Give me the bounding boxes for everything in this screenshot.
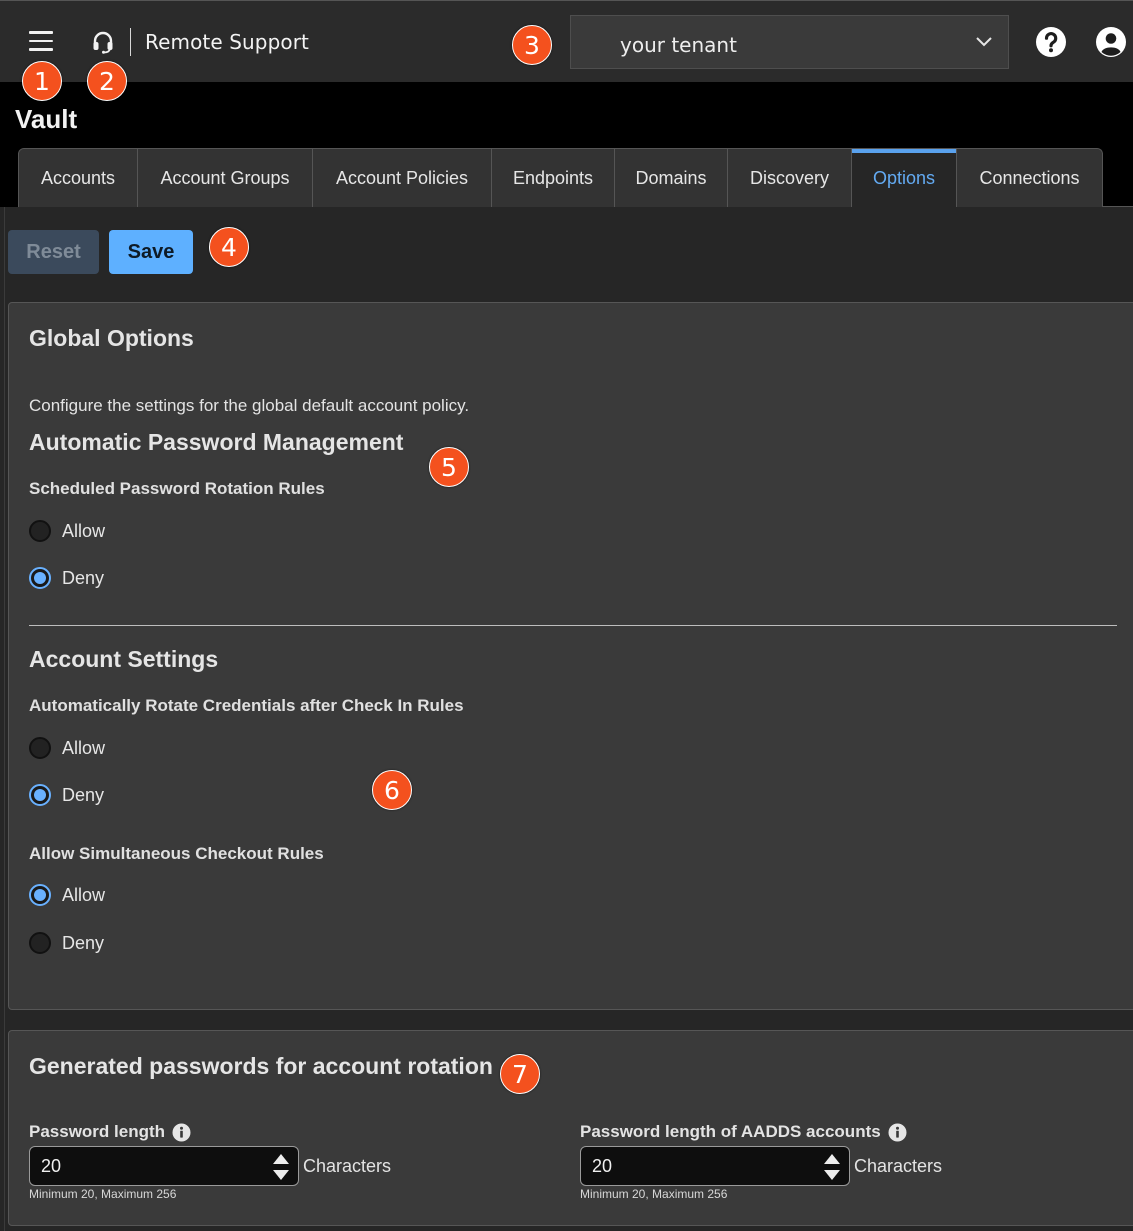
radio-checked-icon bbox=[29, 884, 51, 906]
simultaneous-checkout-deny-radio[interactable]: Deny bbox=[29, 932, 104, 954]
tab-bar: Accounts Account Groups Account Policies… bbox=[18, 148, 1103, 207]
password-length-label: Password length bbox=[29, 1122, 191, 1142]
callout-2: 2 bbox=[87, 61, 127, 101]
info-icon[interactable] bbox=[172, 1123, 191, 1142]
chevron-down-icon bbox=[976, 37, 992, 47]
callout-7: 7 bbox=[500, 1054, 540, 1094]
reset-button[interactable]: Reset bbox=[8, 230, 99, 274]
radio-label: Allow bbox=[62, 520, 106, 541]
radio-checked-icon bbox=[29, 567, 51, 589]
password-length-value: 20 bbox=[41, 1156, 62, 1176]
section-divider bbox=[29, 625, 1117, 626]
headset-icon bbox=[93, 31, 113, 54]
auto-rotate-allow-radio[interactable]: Allow bbox=[29, 737, 105, 759]
tab-discovery[interactable]: Discovery bbox=[728, 149, 852, 207]
user-account-icon[interactable] bbox=[1095, 26, 1127, 58]
tenant-select-value: your tenant bbox=[620, 33, 737, 57]
password-length-input[interactable]: 20 bbox=[29, 1146, 299, 1186]
page-title: Vault bbox=[15, 104, 78, 134]
aadds-password-length-value: 20 bbox=[592, 1156, 613, 1176]
password-length-label-text: Password length bbox=[29, 1122, 166, 1141]
tab-domains[interactable]: Domains bbox=[615, 149, 728, 207]
number-stepper-icon[interactable] bbox=[823, 1151, 841, 1183]
global-options-description: Configure the settings for the global de… bbox=[29, 396, 470, 415]
radio-label: Deny bbox=[62, 784, 105, 805]
tab-account-groups[interactable]: Account Groups bbox=[138, 149, 313, 207]
content-left-border bbox=[4, 207, 5, 1231]
simultaneous-checkout-allow-radio[interactable]: Allow bbox=[29, 884, 105, 906]
top-bar-edge bbox=[0, 0, 1133, 1]
scheduled-rotation-deny-radio[interactable]: Deny bbox=[29, 567, 104, 589]
generated-passwords-title: Generated passwords for account rotation bbox=[29, 1053, 493, 1079]
callout-3: 3 bbox=[512, 25, 552, 65]
top-bar: Remote Support your tenant bbox=[0, 0, 1133, 82]
help-circle-icon[interactable] bbox=[1035, 26, 1067, 58]
tab-endpoints[interactable]: Endpoints bbox=[492, 149, 615, 207]
radio-label: Allow bbox=[62, 737, 106, 758]
callout-1: 1 bbox=[22, 61, 62, 101]
callout-4: 4 bbox=[209, 227, 249, 267]
radio-label: Allow bbox=[62, 884, 106, 905]
tab-connections[interactable]: Connections bbox=[957, 149, 1102, 207]
password-length-hint: Minimum 20, Maximum 256 bbox=[29, 1187, 177, 1201]
radio-label: Deny bbox=[62, 567, 105, 588]
radio-unchecked-icon bbox=[29, 520, 51, 542]
account-settings-title: Account Settings bbox=[29, 646, 219, 672]
app-title: Remote Support bbox=[145, 30, 309, 54]
number-stepper-icon[interactable] bbox=[272, 1151, 290, 1183]
radio-unchecked-icon bbox=[29, 737, 51, 759]
info-icon[interactable] bbox=[888, 1123, 907, 1142]
radio-unchecked-icon bbox=[29, 932, 51, 954]
tab-options[interactable]: Options bbox=[852, 149, 957, 207]
password-length-unit: Characters bbox=[303, 1156, 392, 1176]
aadds-password-length-input[interactable]: 20 bbox=[580, 1146, 850, 1186]
tab-accounts[interactable]: Accounts bbox=[19, 149, 138, 207]
auto-rotate-deny-radio[interactable]: Deny bbox=[29, 784, 104, 806]
simultaneous-checkout-label: Allow Simultaneous Checkout Rules bbox=[29, 844, 324, 863]
tenant-select[interactable]: your tenant bbox=[570, 15, 1009, 69]
global-options-title: Global Options bbox=[29, 325, 194, 351]
app-title-separator bbox=[130, 28, 131, 56]
aadds-password-length-label: Password length of AADDS accounts bbox=[580, 1122, 907, 1142]
auto-rotate-label: Automatically Rotate Credentials after C… bbox=[29, 696, 464, 715]
callout-5: 5 bbox=[429, 447, 469, 487]
hamburger-menu-icon[interactable] bbox=[29, 31, 53, 51]
tab-bar-baseline bbox=[1102, 206, 1133, 207]
radio-checked-icon bbox=[29, 784, 51, 806]
aadds-password-length-label-text: Password length of AADDS accounts bbox=[580, 1122, 881, 1141]
callout-6: 6 bbox=[372, 770, 412, 810]
scheduled-rotation-label: Scheduled Password Rotation Rules bbox=[29, 479, 325, 498]
save-button[interactable]: Save bbox=[109, 230, 193, 274]
scheduled-rotation-allow-radio[interactable]: Allow bbox=[29, 520, 105, 542]
radio-label: Deny bbox=[62, 932, 105, 953]
apm-title: Automatic Password Management bbox=[29, 429, 404, 455]
aadds-password-length-unit: Characters bbox=[854, 1156, 943, 1176]
aadds-password-length-hint: Minimum 20, Maximum 256 bbox=[580, 1187, 728, 1201]
tab-account-policies[interactable]: Account Policies bbox=[313, 149, 492, 207]
